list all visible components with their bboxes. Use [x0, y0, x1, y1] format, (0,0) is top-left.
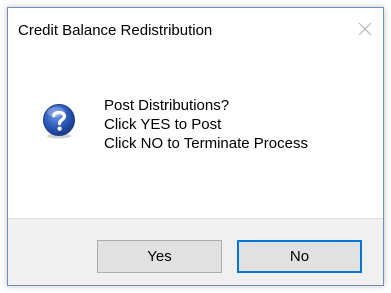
message-dialog: Credit Balance Redistribution Post Distr… [7, 7, 384, 286]
message-line: Post Distributions? [104, 97, 230, 114]
message-text: Post Distributions? Click YES to Post Cl… [104, 96, 308, 153]
button-bar: Yes No [8, 218, 383, 285]
message-line: Click YES to Post [104, 116, 222, 133]
close-button[interactable] [355, 19, 375, 39]
dialog-content: Post Distributions? Click YES to Post Cl… [8, 50, 383, 218]
dialog-title: Credit Balance Redistribution [18, 22, 213, 39]
close-icon [358, 22, 372, 36]
title-bar[interactable]: Credit Balance Redistribution [8, 8, 383, 50]
question-icon [43, 104, 75, 139]
message-line: Click NO to Terminate Process [104, 135, 308, 152]
yes-button[interactable]: Yes [97, 240, 222, 273]
no-button[interactable]: No [237, 240, 362, 273]
